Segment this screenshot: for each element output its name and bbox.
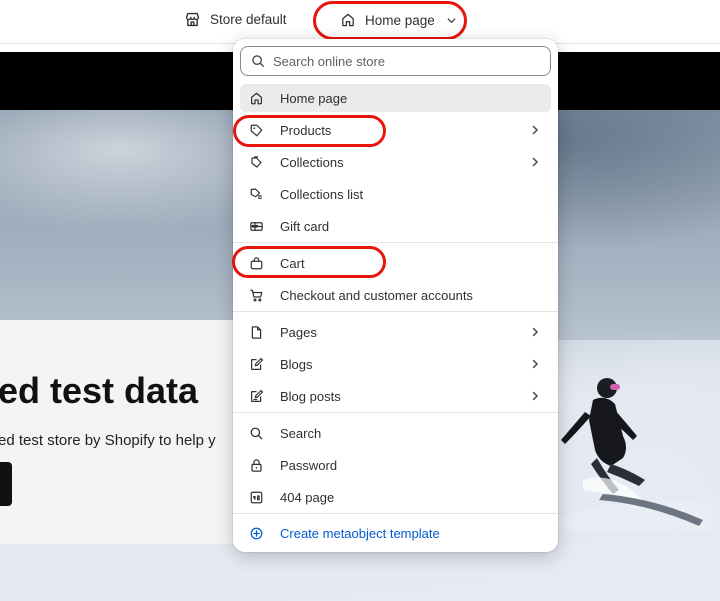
menu-item-label: Home page <box>280 90 348 106</box>
store-default-label: Store default <box>210 11 287 27</box>
menu-item-label: Products <box>280 122 332 138</box>
menu-divider <box>233 513 558 514</box>
menu-item-label: Search <box>280 425 322 441</box>
search-icon <box>248 425 264 441</box>
menu-item-label: 404 page <box>280 489 335 505</box>
menu-item-checkout[interactable]: Checkout and customer accounts <box>240 281 551 309</box>
menu-item-label: Collections list <box>280 186 364 202</box>
chevron-right-icon <box>532 391 539 401</box>
menu-item-label: Gift card <box>280 218 330 234</box>
menu-item-label: Collections <box>280 154 344 170</box>
bag-icon <box>248 255 264 271</box>
search-icon <box>252 55 264 67</box>
template-dropdown-menu: Home page Products Collections Collectio… <box>233 39 558 552</box>
chevron-right-icon <box>532 125 539 135</box>
home-icon <box>342 13 354 27</box>
page-icon <box>248 324 264 340</box>
menu-item-search[interactable]: Search <box>240 419 551 447</box>
chevron-right-icon <box>532 359 539 369</box>
menu-divider <box>233 242 558 243</box>
store-default-button[interactable]: Store default <box>184 8 287 30</box>
menu-item-blogs[interactable]: Blogs <box>240 350 551 378</box>
menu-item-cart[interactable]: Cart <box>240 249 551 277</box>
menu-item-label: Blogs <box>280 356 313 372</box>
menu-item-password[interactable]: Password <box>240 451 551 479</box>
menu-item-products[interactable]: Products <box>240 116 551 144</box>
menu-item-collections-list[interactable]: Collections list <box>240 180 551 208</box>
home-icon <box>248 90 264 106</box>
hero-text-card: ed test data ed test store by Shopify to… <box>0 320 270 544</box>
create-metaobject-template-link[interactable]: Create metaobject template <box>240 519 551 547</box>
search-online-store-input[interactable] <box>273 53 533 69</box>
menu-item-pages[interactable]: Pages <box>240 318 551 346</box>
chevron-right-icon <box>532 157 539 167</box>
search-online-store-field[interactable] <box>240 46 551 76</box>
plus-circle-icon <box>248 525 264 541</box>
menu-item-404-page[interactable]: 404 page <box>240 483 551 511</box>
snowboarder-image <box>553 378 713 530</box>
create-metaobject-template-label: Create metaobject template <box>280 525 440 541</box>
cart-icon <box>248 287 264 303</box>
menu-item-collections[interactable]: Collections <box>240 148 551 176</box>
lock-icon <box>248 457 264 473</box>
menu-item-home-page[interactable]: Home page <box>240 84 551 112</box>
chevron-down-icon <box>447 17 456 23</box>
menu-item-label: Blog posts <box>280 388 341 404</box>
hero-cta-button[interactable] <box>0 462 12 506</box>
page-404-icon <box>248 489 264 505</box>
menu-item-label: Cart <box>280 255 305 271</box>
hero-title: ed test data <box>0 370 199 411</box>
collections-list-icon <box>248 186 264 202</box>
template-selector[interactable]: Home page <box>318 4 464 36</box>
editor-top-bar: Store default Home page <box>0 0 720 44</box>
tag-icon <box>248 122 264 138</box>
menu-item-label: Checkout and customer accounts <box>280 287 473 303</box>
store-icon <box>185 12 200 26</box>
menu-item-label: Pages <box>280 324 317 340</box>
menu-item-gift-card[interactable]: Gift card <box>240 212 551 240</box>
collection-icon <box>248 154 264 170</box>
menu-divider <box>233 412 558 413</box>
blog-post-icon <box>248 388 264 404</box>
blog-icon <box>248 356 264 372</box>
hero-subtitle: ed test store by Shopify to help y <box>0 432 216 449</box>
menu-divider <box>233 311 558 312</box>
template-selector-label: Home page <box>365 12 435 28</box>
gift-card-icon <box>248 218 264 234</box>
chevron-right-icon <box>532 327 539 337</box>
menu-item-blog-posts[interactable]: Blog posts <box>240 382 551 410</box>
menu-item-label: Password <box>280 457 338 473</box>
